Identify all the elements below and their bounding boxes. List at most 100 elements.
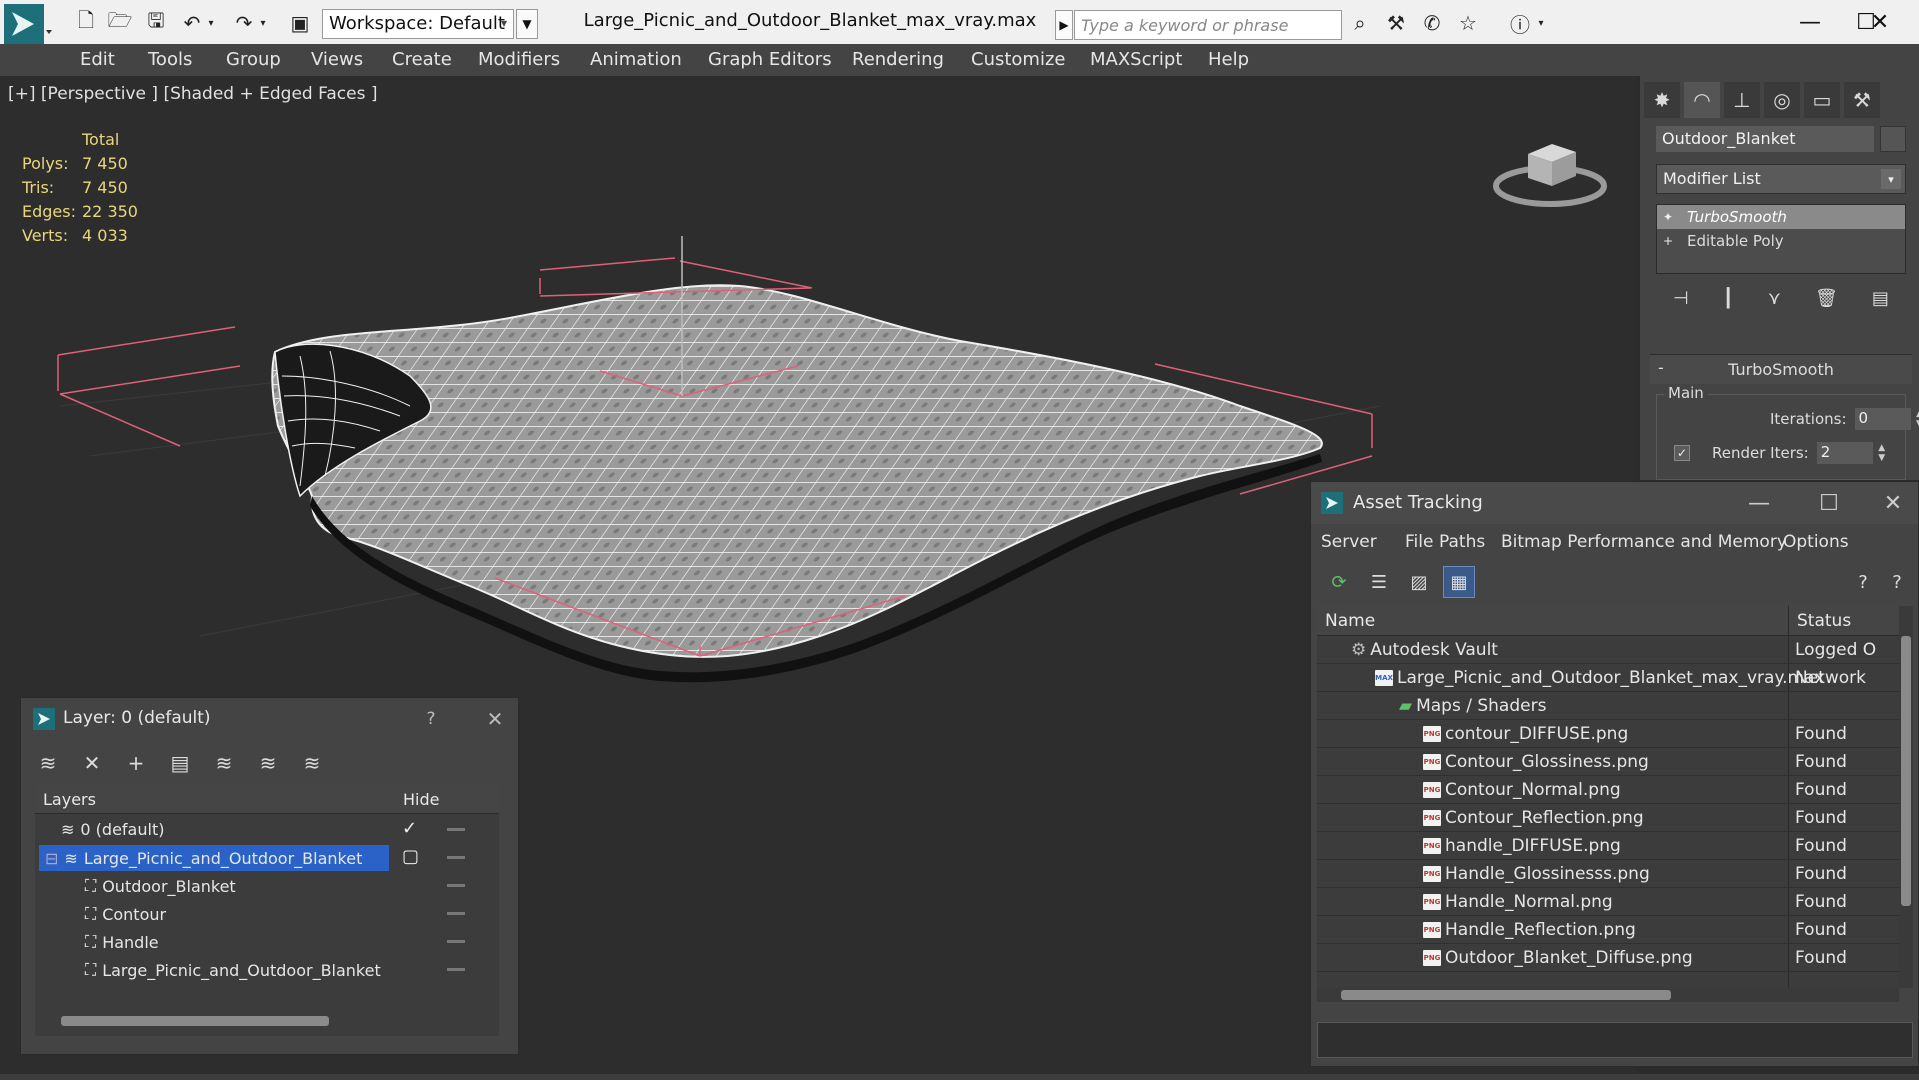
horizontal-scrollbar[interactable] bbox=[1317, 988, 1899, 1002]
menu-modifiers[interactable]: Modifiers bbox=[478, 49, 560, 70]
current-layer-check-icon[interactable]: ✓ bbox=[402, 818, 417, 839]
configure-sets-icon[interactable]: ▤ bbox=[1872, 288, 1889, 309]
list-view-icon[interactable]: ☰ bbox=[1363, 566, 1395, 598]
path-field[interactable] bbox=[1317, 1022, 1913, 1058]
search-expand-button[interactable]: ▶ bbox=[1055, 10, 1073, 40]
menu-customize[interactable]: Customize bbox=[971, 49, 1065, 70]
help-dropdown-icon[interactable]: ▾ bbox=[1534, 10, 1548, 36]
object-row[interactable]: ⛶ Contour bbox=[35, 900, 499, 928]
collapse-minus-icon[interactable]: ⊟ bbox=[45, 849, 58, 868]
table-view-icon[interactable]: ▦ bbox=[1443, 566, 1475, 598]
scrollbar-thumb[interactable] bbox=[1901, 636, 1911, 906]
redo-dropdown-icon[interactable]: ▾ bbox=[256, 10, 270, 36]
hide-toggle[interactable] bbox=[447, 968, 465, 971]
table-row[interactable]: PNG handle_DIFFUSE.png Found bbox=[1317, 832, 1899, 860]
col-hide-header[interactable]: Hide bbox=[395, 784, 499, 814]
menu-help[interactable]: Help bbox=[1208, 49, 1249, 70]
object-row[interactable]: ⛶ Large_Picnic_and_Outdoor_Blanket bbox=[35, 956, 499, 984]
close-icon[interactable]: ✕ bbox=[1873, 488, 1913, 518]
hide-toggle[interactable] bbox=[447, 828, 465, 831]
object-row[interactable]: ⛶ Handle bbox=[35, 928, 499, 956]
table-row[interactable]: PNG Contour_Reflection.png Found bbox=[1317, 804, 1899, 832]
layer-row[interactable]: ⊟ ≋ Large_Picnic_and_Outdoor_Blanket ▢ bbox=[35, 844, 499, 872]
undo-icon[interactable]: ↶ bbox=[178, 10, 206, 36]
menu-options[interactable]: Options bbox=[1783, 532, 1849, 552]
delete-icon[interactable]: ✕ bbox=[75, 746, 109, 780]
create-tab-icon[interactable]: ✸ bbox=[1644, 82, 1680, 118]
current-layer-box-icon[interactable]: ▢ bbox=[402, 846, 419, 867]
table-row[interactable]: PNG contour_DIFFUSE.png Found bbox=[1317, 720, 1899, 748]
menu-graph-editors[interactable]: Graph Editors bbox=[708, 49, 832, 70]
refresh-icon[interactable]: ⟳ bbox=[1323, 566, 1355, 598]
spinner-arrows-icon[interactable]: ▲▼ bbox=[1913, 409, 1919, 429]
menu-paths[interactable]: Paths bbox=[1439, 532, 1485, 552]
layer-row[interactable]: ≋ 0 (default) ✓ bbox=[35, 816, 499, 844]
menu-file[interactable]: File bbox=[1405, 532, 1433, 552]
scrollbar-thumb[interactable] bbox=[1341, 990, 1671, 1000]
expand-plus-icon[interactable]: + bbox=[1663, 234, 1677, 248]
select-objects-icon[interactable]: ▤ bbox=[163, 746, 197, 780]
open-file-icon[interactable]: 🗁 bbox=[106, 8, 134, 36]
menu-animation[interactable]: Animation bbox=[590, 49, 682, 70]
vertical-scrollbar[interactable] bbox=[1899, 606, 1913, 988]
help-icon[interactable]: ? bbox=[413, 704, 449, 734]
search-input[interactable]: Type a keyword or phrase bbox=[1074, 10, 1342, 40]
col-status-header[interactable]: Status bbox=[1789, 606, 1899, 636]
viewport-label[interactable]: [+] [Perspective ] [Shaded + Edged Faces… bbox=[8, 84, 377, 104]
help-icon[interactable]: ⓘ bbox=[1506, 10, 1534, 37]
table-row[interactable]: ▰ Maps / Shaders bbox=[1317, 692, 1899, 720]
stack-item-editable-poly[interactable]: + Editable Poly bbox=[1657, 229, 1905, 253]
utilities-tab-icon[interactable]: ⚒ bbox=[1844, 82, 1880, 118]
save-icon[interactable]: 🖫 bbox=[142, 8, 170, 36]
freeze-all-icon[interactable]: ≋ bbox=[295, 746, 329, 780]
object-name-field[interactable]: Outdoor_Blanket bbox=[1656, 126, 1874, 152]
hierarchy-tab-icon[interactable]: ⊥ bbox=[1724, 82, 1760, 118]
col-layers-header[interactable]: Layers bbox=[35, 784, 395, 814]
maximize-button[interactable]: ☐ bbox=[1809, 488, 1849, 518]
menu-group[interactable]: Group bbox=[226, 49, 281, 70]
context-help-icon[interactable]: ? bbox=[1881, 566, 1913, 598]
stack-item-turbosmooth[interactable]: ✦ TurboSmooth bbox=[1657, 205, 1905, 229]
scrollbar-thumb[interactable] bbox=[61, 1016, 329, 1026]
modify-tab-icon[interactable]: ◠ bbox=[1684, 82, 1720, 118]
asset-tracking-titlebar[interactable]: Asset Tracking — ☐ ✕ bbox=[1311, 482, 1918, 524]
menu-maxscript[interactable]: MAXScript bbox=[1090, 49, 1182, 70]
object-color-swatch[interactable] bbox=[1880, 126, 1906, 152]
table-row[interactable]: PNG Outdoor_Blanket_Diffuse.png Found bbox=[1317, 944, 1899, 972]
rollout-header[interactable]: - TurboSmooth bbox=[1650, 354, 1912, 384]
table-row[interactable]: PNG Handle_Reflection.png Found bbox=[1317, 916, 1899, 944]
minimize-button[interactable]: — bbox=[1739, 488, 1779, 518]
hide-toggle[interactable] bbox=[447, 884, 465, 887]
menu-views[interactable]: Views bbox=[311, 49, 363, 70]
remove-modifier-icon[interactable]: 🗑 bbox=[1815, 288, 1838, 309]
close-icon[interactable]: ✕ bbox=[477, 704, 513, 734]
menu-tools[interactable]: Tools bbox=[148, 49, 192, 70]
menu-bitmap-performance[interactable]: Bitmap Performance and Memory bbox=[1501, 532, 1787, 552]
table-row[interactable]: PNG Contour_Glossiness.png Found bbox=[1317, 748, 1899, 776]
table-row[interactable]: MAX Large_Picnic_and_Outdoor_Blanket_max_… bbox=[1317, 664, 1899, 692]
close-icon[interactable]: ✕ bbox=[1850, 4, 1910, 40]
menu-create[interactable]: Create bbox=[392, 49, 452, 70]
table-row[interactable]: PNG Contour_Normal.png Found bbox=[1317, 776, 1899, 804]
menu-edit[interactable]: Edit bbox=[80, 49, 115, 70]
col-name-header[interactable]: Name bbox=[1317, 606, 1789, 636]
undo-dropdown-icon[interactable]: ▾ bbox=[204, 10, 218, 36]
render-iters-checkbox[interactable]: ✓ bbox=[1674, 445, 1690, 461]
make-unique-icon[interactable]: ⋎ bbox=[1768, 288, 1781, 309]
menu-rendering[interactable]: Rendering bbox=[852, 49, 944, 70]
create-layer-icon[interactable]: ≋ bbox=[31, 746, 65, 780]
table-row[interactable]: PNG Handle_Glossinesss.png Found bbox=[1317, 860, 1899, 888]
viewcube-icon[interactable] bbox=[1490, 124, 1610, 214]
spinner-arrows-icon[interactable]: ▲▼ bbox=[1875, 443, 1889, 463]
lightbulb-icon[interactable]: ✦ bbox=[1663, 210, 1677, 224]
workspace-dropdown[interactable]: Workspace: Default ▾ bbox=[322, 9, 514, 39]
menu-server[interactable]: Server bbox=[1321, 532, 1377, 552]
hide-all-icon[interactable]: ≋ bbox=[251, 746, 285, 780]
tools-icon[interactable]: ⚒ bbox=[1382, 10, 1410, 36]
modifier-list-dropdown[interactable]: Modifier List ▾ bbox=[1656, 164, 1906, 194]
project-folder-icon[interactable]: ▣ bbox=[286, 10, 314, 36]
hide-toggle[interactable] bbox=[447, 912, 465, 915]
add-to-layer-icon[interactable]: + bbox=[119, 746, 153, 780]
display-tab-icon[interactable]: ▭ bbox=[1804, 82, 1840, 118]
new-file-icon[interactable]: 🗋 bbox=[72, 8, 100, 36]
